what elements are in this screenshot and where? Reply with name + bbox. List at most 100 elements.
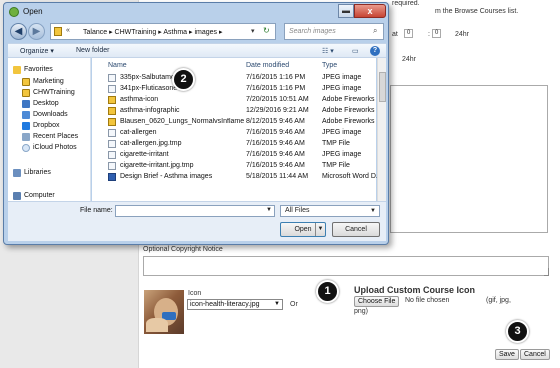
nav-marketing[interactable]: Marketing	[8, 77, 91, 88]
fireworks-file-icon	[108, 118, 116, 126]
choose-file-button[interactable]: Choose File	[354, 296, 400, 307]
time-row-1-at: at	[392, 31, 398, 38]
minute-select[interactable]: 0	[432, 29, 442, 38]
breadcrumb-item[interactable]: Talance	[83, 29, 107, 36]
icon-select-value: icon-health-literacy.jpg	[190, 301, 260, 308]
minimize-button[interactable]: ▬	[338, 4, 354, 18]
or-text: Or	[290, 301, 298, 308]
dialog-titlebar[interactable]: Open ▬ x	[4, 3, 388, 21]
dropbox-icon	[22, 122, 30, 130]
description-textarea[interactable]	[390, 85, 548, 233]
resize-handle-icon[interactable]	[544, 268, 549, 276]
column-header-date[interactable]: Date modified	[246, 62, 289, 69]
nav-recent-places[interactable]: Recent Places	[8, 132, 91, 143]
search-placeholder: Search images	[289, 28, 336, 35]
copyright-label: Optional Copyright Notice	[143, 246, 223, 253]
computer-icon	[13, 192, 21, 200]
view-options-icon[interactable]: ☷ ▾	[322, 47, 334, 55]
table-row[interactable]: 335px-Salbutamol2 7/16/2015 1:16 PM JPEG i…	[92, 73, 376, 83]
chevron-down-icon[interactable]: ▾	[251, 27, 255, 35]
chrome-icon	[9, 7, 19, 17]
preview-pane-icon[interactable]: ▭	[352, 47, 359, 55]
column-header-type[interactable]: Type	[322, 62, 337, 69]
table-row[interactable]: cat-allergen.jpg.tmp 7/16/2015 9:46 AM TMP…	[92, 139, 376, 149]
nav-libraries[interactable]: Libraries	[8, 168, 91, 179]
dialog-cancel-button[interactable]: Cancel	[332, 222, 380, 237]
hour-select[interactable]: 0	[404, 29, 414, 38]
file-name-label: File name:	[80, 207, 113, 214]
nav-favorites[interactable]: Favorites	[8, 65, 91, 76]
scrollbar-thumb[interactable]	[379, 72, 386, 102]
star-icon	[13, 66, 21, 74]
table-row[interactable]: cigarette-irritant.jpg.tmp 7/16/2015 9:46…	[92, 161, 376, 171]
file-list: Name Date modified Type 335px-Salbutamol…	[92, 58, 382, 201]
copyright-textarea[interactable]	[143, 256, 549, 276]
table-row[interactable]: 341px-Fluticasone 7/16/2015 1:16 PM JPEG i…	[92, 84, 376, 94]
nav-dropbox[interactable]: Dropbox	[8, 121, 91, 132]
table-row[interactable]: Blausen_0620_Lungs_NormalvsInflamed... 8/…	[92, 117, 382, 127]
dialog-title: Open	[23, 7, 43, 16]
table-row[interactable]: cat-allergen 7/16/2015 9:46 AM JPEG image	[92, 128, 376, 138]
file-icon	[108, 162, 116, 170]
chevron-down-icon: ▼	[370, 208, 376, 214]
formats-text: (gif, jpg,	[486, 297, 511, 304]
table-row[interactable]: cigarette-irritant 7/16/2015 9:46 AM JPEG …	[92, 150, 376, 160]
forward-button[interactable]: ▶	[28, 23, 45, 40]
callout-2: 2	[172, 68, 195, 91]
breadcrumb-item[interactable]: images	[194, 29, 217, 36]
file-list-scrollbar[interactable]	[377, 58, 386, 201]
recent-places-icon	[22, 133, 30, 141]
image-file-icon	[108, 129, 116, 137]
command-bar: Organize ▾ New folder ☷ ▾ ▭ ?	[8, 43, 386, 58]
upload-title: Upload Custom Course Icon	[354, 285, 476, 295]
new-folder-button[interactable]: New folder	[76, 47, 109, 54]
table-row[interactable]: asthma-icon 7/20/2015 10:51 AM Adobe Firew…	[92, 95, 382, 105]
folder-icon	[54, 27, 62, 36]
back-button[interactable]: ◀	[10, 23, 27, 40]
nav-desktop[interactable]: Desktop	[8, 99, 91, 110]
browse-courses-note: m the Browse Courses list.	[435, 8, 519, 15]
file-icon	[108, 140, 116, 148]
formats-text-2: png)	[354, 308, 369, 315]
dialog-footer: File name: ▼ All Files ▼ Open ▼ Cancel	[8, 201, 386, 241]
search-input[interactable]: Search images ⌕	[284, 23, 384, 40]
downloads-icon	[22, 111, 30, 119]
nav-icloud-photos[interactable]: iCloud Photos	[8, 143, 91, 154]
table-row[interactable]: asthma-infographic 12/29/2016 9:21 AM Adob…	[92, 106, 382, 116]
folder-icon	[22, 89, 30, 97]
libraries-icon	[13, 169, 21, 177]
column-header-name[interactable]: Name	[108, 62, 127, 69]
open-file-dialog: Open ▬ x ◀ ▶ « Talance ▸ CHWTraining ▸ A…	[3, 2, 389, 245]
cancel-button[interactable]: Cancel	[520, 349, 550, 360]
address-bar[interactable]: « Talance ▸ CHWTraining ▸ Asthma ▸ image…	[50, 23, 276, 40]
callout-1: 1	[316, 280, 339, 303]
fireworks-file-icon	[108, 96, 116, 104]
chevron-down-icon[interactable]: ▼	[266, 207, 272, 213]
organize-menu[interactable]: Organize ▾	[20, 47, 54, 55]
table-row[interactable]: Design Brief - Asthma images 5/18/2015 11…	[92, 172, 382, 182]
file-type-filter[interactable]: All Files ▼	[280, 205, 380, 217]
save-button[interactable]: Save	[495, 349, 519, 360]
required-note: required.	[392, 0, 420, 7]
open-button[interactable]: Open ▼	[280, 222, 326, 237]
navigation-pane: Favorites Marketing CHWTraining Desktop …	[8, 58, 91, 201]
chevron-down-icon[interactable]: ▼	[315, 223, 325, 236]
nav-downloads[interactable]: Downloads	[8, 110, 91, 121]
file-name-input[interactable]	[115, 205, 275, 217]
image-file-icon	[108, 151, 116, 159]
icon-select[interactable]: icon-health-literacy.jpg ▼	[187, 299, 283, 310]
breadcrumb-item[interactable]: CHWTraining	[115, 29, 157, 36]
breadcrumb-overflow-icon[interactable]: «	[66, 27, 70, 34]
breadcrumb-item[interactable]: Asthma	[163, 29, 187, 36]
folder-icon	[22, 78, 30, 86]
breadcrumb: Talance ▸ CHWTraining ▸ Asthma ▸ images …	[83, 29, 223, 36]
callout-3: 3	[506, 320, 529, 343]
fireworks-file-icon	[108, 107, 116, 115]
close-button[interactable]: x	[354, 4, 386, 18]
refresh-icon[interactable]: ↻	[263, 26, 270, 35]
help-icon[interactable]: ?	[370, 46, 380, 56]
search-icon: ⌕	[373, 26, 378, 35]
desktop-icon	[22, 100, 30, 108]
nav-chwtraining[interactable]: CHWTraining	[8, 88, 91, 99]
image-file-icon	[108, 85, 116, 93]
